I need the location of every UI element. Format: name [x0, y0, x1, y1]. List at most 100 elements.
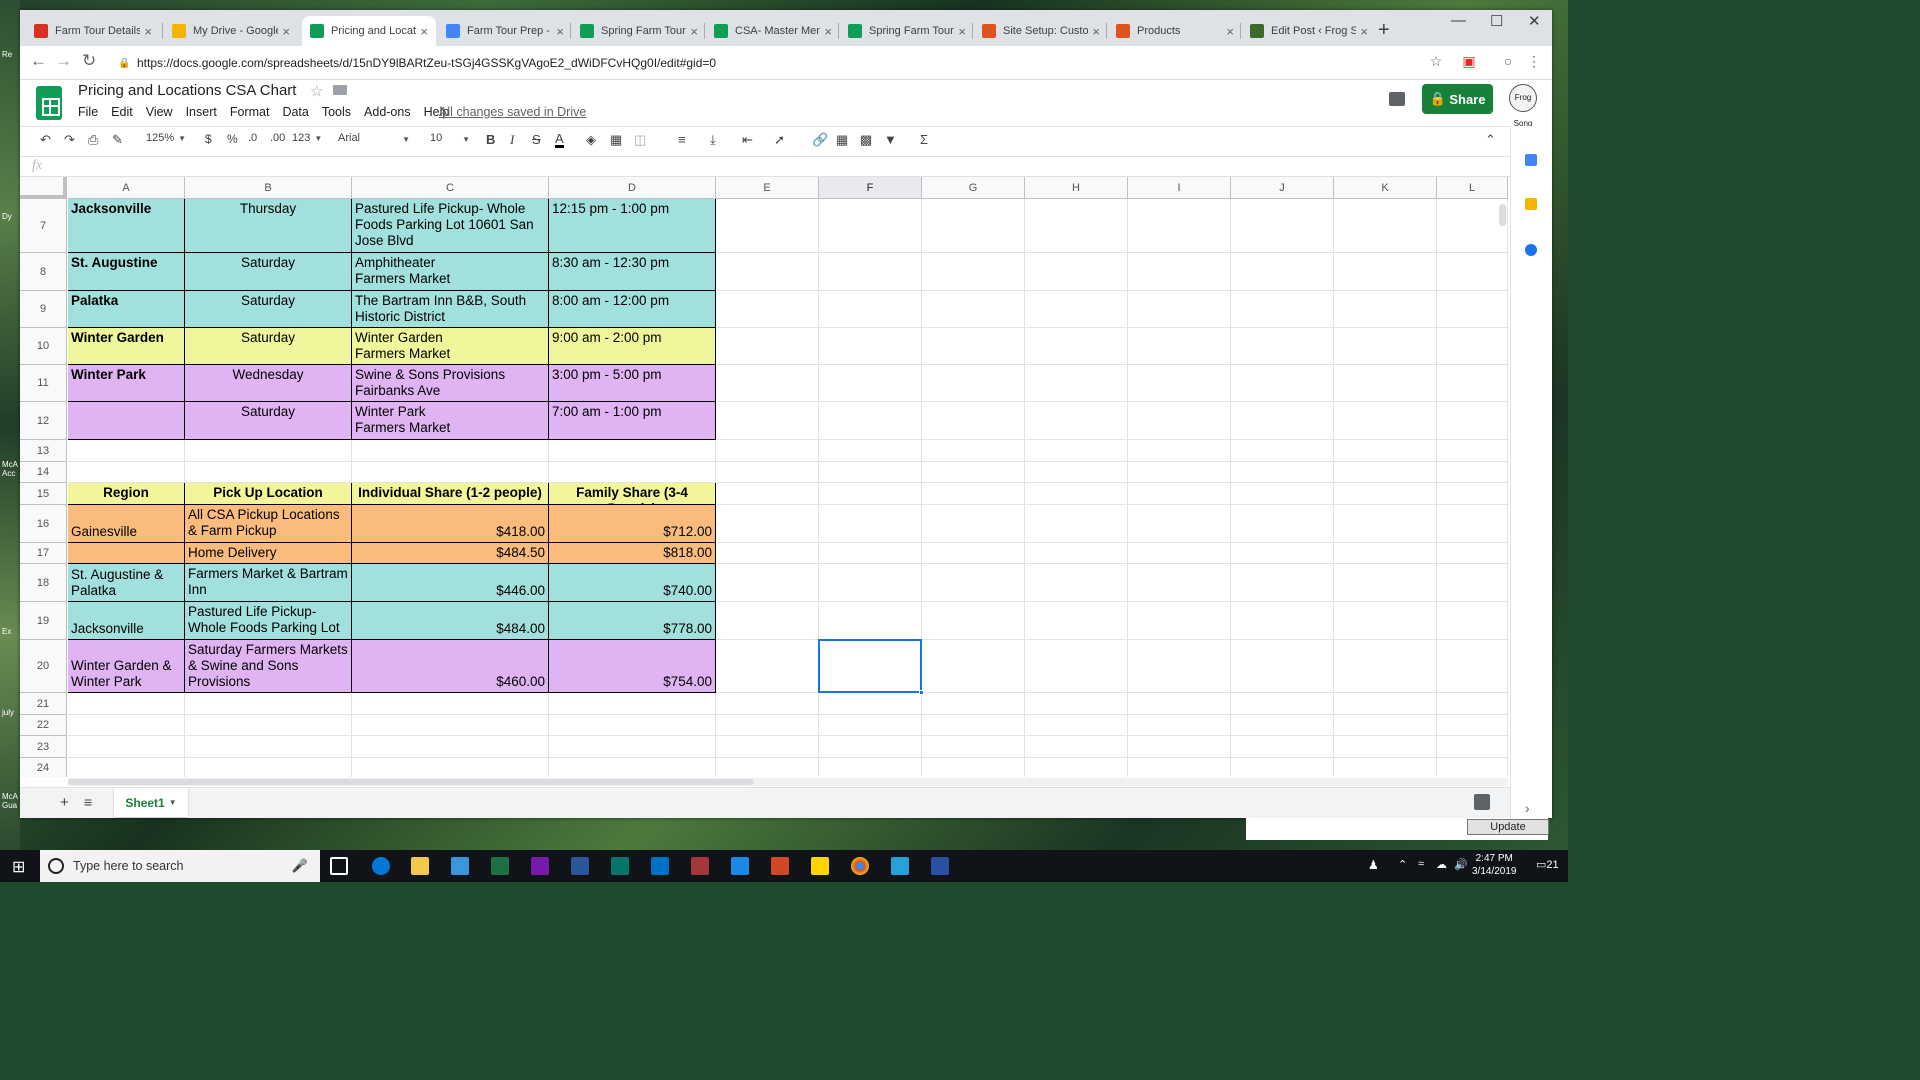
empty-cell[interactable]	[1437, 543, 1508, 564]
empty-cell[interactable]	[185, 693, 352, 715]
empty-cell[interactable]	[68, 693, 185, 715]
row-header[interactable]: 19	[20, 602, 67, 640]
row-header[interactable]: 17	[20, 543, 67, 564]
empty-cell[interactable]	[1128, 328, 1231, 365]
paint-format-icon[interactable]: ✎	[112, 132, 123, 148]
folder-icon[interactable]	[333, 85, 347, 95]
schedule-location-cell[interactable]	[68, 402, 185, 440]
text-wrap-icon[interactable]: ⇤	[742, 132, 753, 148]
empty-cell[interactable]	[1437, 736, 1508, 758]
wifi-icon[interactable]: ≈	[1418, 858, 1424, 870]
column-header[interactable]: D	[549, 177, 716, 199]
vertical-scroll-thumb[interactable]	[1499, 204, 1506, 226]
browser-menu-icon[interactable]: ⋮	[1525, 53, 1543, 71]
save-status[interactable]: All changes saved in Drive	[439, 105, 586, 119]
pricing-family-cell[interactable]: $754.00	[549, 640, 716, 693]
empty-cell[interactable]	[716, 440, 819, 462]
empty-cell[interactable]	[1025, 564, 1128, 602]
empty-cell[interactable]	[819, 693, 922, 715]
print-icon[interactable]: ⎙	[88, 132, 98, 148]
empty-cell[interactable]	[1231, 402, 1334, 440]
schedule-place-cell[interactable]: Winter Park Farmers Market	[352, 402, 549, 440]
empty-cell[interactable]	[716, 715, 819, 736]
empty-cell[interactable]	[1128, 462, 1231, 483]
bookmark-star-icon[interactable]: ☆	[1427, 53, 1445, 71]
menu-item[interactable]: Format	[230, 105, 270, 119]
row-header[interactable]: 20	[20, 640, 67, 693]
empty-cell[interactable]	[819, 564, 922, 602]
empty-cell[interactable]	[1231, 462, 1334, 483]
functions-icon[interactable]: Σ	[920, 132, 928, 147]
empty-cell[interactable]	[819, 505, 922, 543]
schedule-place-cell[interactable]: The Bartram Inn B&B, South Historic Dist…	[352, 291, 549, 328]
pricing-individual-cell[interactable]: $460.00	[352, 640, 549, 693]
merge-cells-icon[interactable]: ◫	[634, 132, 646, 148]
outlook-icon[interactable]	[651, 857, 669, 875]
all-sheets-icon[interactable]: ≡	[84, 794, 92, 810]
file-explorer-icon[interactable]	[411, 857, 429, 875]
url-field[interactable]: 🔒 https://docs.google.com/spreadsheets/d…	[106, 50, 1442, 76]
pricing-pickup-cell[interactable]: Saturday Farmers Markets & Swine and Son…	[185, 640, 352, 693]
text-rotation-icon[interactable]: ➚	[774, 132, 785, 148]
schedule-location-cell[interactable]: Winter Park	[68, 365, 185, 402]
empty-cell[interactable]	[1128, 291, 1231, 328]
clock[interactable]: 2:47 PM 3/14/2019	[1472, 852, 1517, 878]
empty-cell[interactable]	[549, 462, 716, 483]
schedule-place-cell[interactable]: Swine & Sons Provisions Fairbanks Ave	[352, 365, 549, 402]
empty-cell[interactable]	[716, 543, 819, 564]
column-header[interactable]: K	[1334, 177, 1437, 199]
empty-cell[interactable]	[1231, 505, 1334, 543]
volume-icon[interactable]: 🔊	[1454, 858, 1468, 871]
empty-cell[interactable]	[1128, 199, 1231, 253]
empty-cell[interactable]	[1025, 543, 1128, 564]
row-header[interactable]: 13	[20, 440, 67, 462]
empty-cell[interactable]	[922, 462, 1025, 483]
empty-cell[interactable]	[1437, 440, 1508, 462]
empty-cell[interactable]	[716, 365, 819, 402]
desktop-label[interactable]: Dy	[2, 212, 12, 221]
schedule-location-cell[interactable]: Jacksonville	[68, 199, 185, 253]
close-tab-icon[interactable]: ×	[1092, 24, 1100, 39]
empty-cell[interactable]	[819, 715, 922, 736]
empty-cell[interactable]	[1025, 462, 1128, 483]
chrome-icon[interactable]	[851, 857, 869, 875]
access-icon[interactable]	[691, 857, 709, 875]
explore-icon[interactable]	[1474, 794, 1490, 810]
empty-cell[interactable]	[1231, 602, 1334, 640]
empty-cell[interactable]	[716, 328, 819, 365]
task-view-icon[interactable]	[330, 857, 348, 875]
row-header[interactable]: 8	[20, 253, 67, 291]
schedule-location-cell[interactable]: Palatka	[68, 291, 185, 328]
browser-tab[interactable]: Products ×	[1108, 16, 1242, 46]
browser-tab[interactable]: Pricing and Locatio ×	[302, 16, 436, 46]
empty-cell[interactable]	[549, 736, 716, 758]
pricing-region-cell[interactable]: Jacksonville	[68, 602, 185, 640]
empty-cell[interactable]	[1437, 199, 1508, 253]
store-icon[interactable]	[451, 857, 469, 875]
extension-icon[interactable]: ▣	[1460, 53, 1478, 71]
browser-tab[interactable]: Spring Farm Tour S ×	[572, 16, 706, 46]
browser-tab[interactable]: CSA- Master Mem ×	[706, 16, 840, 46]
pricing-pickup-cell[interactable]: All CSA Pickup Locations & Farm Pickup	[185, 505, 352, 543]
empty-cell[interactable]	[922, 402, 1025, 440]
empty-cell[interactable]	[1231, 199, 1334, 253]
empty-cell[interactable]	[922, 736, 1025, 758]
empty-cell[interactable]	[819, 602, 922, 640]
back-icon[interactable]: ←	[30, 51, 47, 71]
empty-cell[interactable]	[716, 291, 819, 328]
font-select[interactable]: Arial ▼	[338, 132, 410, 144]
calendar-icon[interactable]	[1525, 154, 1537, 166]
edge-icon[interactable]	[372, 857, 390, 875]
menu-item[interactable]: Tools	[322, 105, 351, 119]
powerpoint-icon[interactable]	[771, 857, 789, 875]
pricing-individual-cell[interactable]: $446.00	[352, 564, 549, 602]
empty-cell[interactable]	[1437, 758, 1508, 777]
pricing-header-cell[interactable]: Region	[68, 483, 185, 505]
pricing-pickup-cell[interactable]: Pastured Life Pickup- Whole Foods Parkin…	[185, 602, 352, 640]
horizontal-scrollbar[interactable]	[68, 778, 1508, 786]
empty-cell[interactable]	[1025, 758, 1128, 777]
menu-item[interactable]: Add-ons	[364, 105, 411, 119]
row-header[interactable]: 15	[20, 483, 67, 505]
filter-icon[interactable]: ▼	[884, 132, 897, 147]
minimize-button[interactable]: —	[1451, 12, 1466, 29]
